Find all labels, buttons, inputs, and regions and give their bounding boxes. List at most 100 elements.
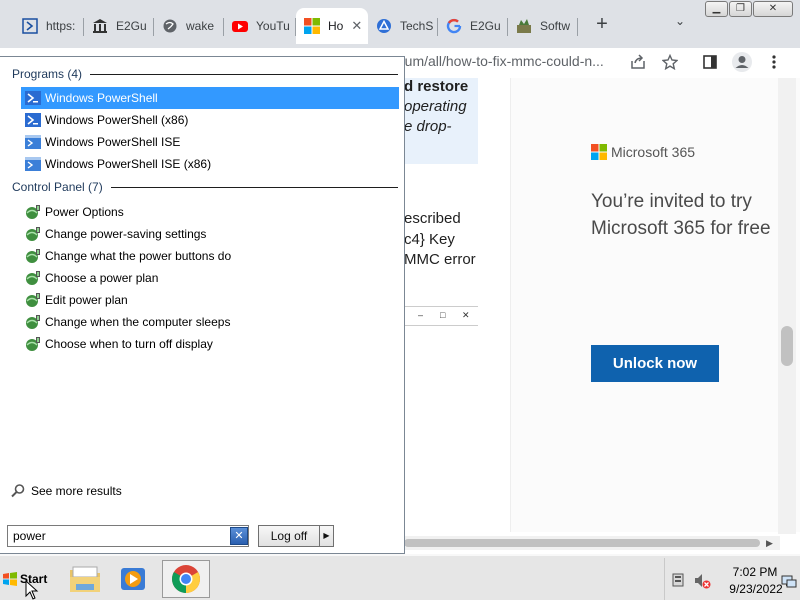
vertical-scrollbar[interactable] bbox=[778, 78, 796, 534]
clock-time[interactable]: 7:02 PM bbox=[720, 565, 790, 579]
power-options-icon bbox=[26, 315, 40, 329]
log-off-button[interactable]: Log off bbox=[258, 525, 320, 547]
control-panel-item-power-options[interactable]: Power Options bbox=[21, 201, 399, 223]
network-icon[interactable] bbox=[781, 574, 797, 590]
chrome-icon bbox=[172, 565, 200, 593]
bank-icon bbox=[92, 18, 108, 34]
google-icon bbox=[446, 18, 462, 34]
youtube-icon bbox=[232, 18, 248, 34]
control-panel-item-choose-power-plan[interactable]: Choose a power plan bbox=[21, 267, 399, 289]
scroll-right-arrow-icon[interactable]: ▶ bbox=[766, 536, 773, 550]
control-panel-item-change-power-buttons[interactable]: Change what the power buttons do bbox=[21, 245, 399, 267]
powershell-ise-icon bbox=[25, 157, 41, 171]
address-bar[interactable]: rum/all/how-to-fix-mmc-could-n... bbox=[400, 48, 622, 74]
globe-icon bbox=[162, 18, 178, 34]
share-icon[interactable] bbox=[626, 50, 650, 74]
power-options-icon bbox=[26, 249, 40, 263]
program-item-windows-powershell-x86[interactable]: Windows PowerShell (x86) bbox=[21, 109, 399, 131]
clear-search-icon[interactable]: ✕ bbox=[230, 527, 248, 545]
action-center-icon[interactable] bbox=[671, 572, 687, 588]
powershell-icon bbox=[25, 113, 41, 127]
menu-kebab-icon[interactable] bbox=[762, 50, 786, 74]
horizontal-scrollbar[interactable]: ▶ bbox=[404, 536, 780, 550]
unlock-now-button[interactable]: Unlock now bbox=[591, 345, 719, 382]
advertisement[interactable]: Microsoft 365 You’re invited to try Micr… bbox=[510, 78, 800, 532]
microsoft-logo-icon bbox=[591, 144, 607, 160]
program-item-windows-powershell[interactable]: Windows PowerShell bbox=[21, 87, 399, 109]
article-heading-fragment: d restore bbox=[404, 78, 469, 95]
control-panel-item-label: Choose a power plan bbox=[45, 271, 159, 285]
restore-button[interactable]: ❐ bbox=[729, 1, 752, 17]
taskbar-file-explorer[interactable] bbox=[64, 560, 106, 598]
article-text-fragment: escribed bbox=[404, 210, 461, 227]
header-divider bbox=[110, 186, 398, 188]
tab-close-icon[interactable]: ✕ bbox=[351, 18, 362, 34]
mini-close-icon: ✕ bbox=[462, 310, 470, 320]
programs-header-label: Programs (4) bbox=[12, 67, 83, 81]
program-item-windows-powershell-ise[interactable]: Windows PowerShell ISE bbox=[21, 131, 399, 153]
control-panel-item-label: Choose when to turn off display bbox=[45, 337, 213, 351]
taskbar-media-player[interactable] bbox=[112, 560, 154, 598]
power-options-icon bbox=[26, 205, 40, 219]
minimize-button[interactable]: ▁ bbox=[705, 1, 728, 17]
browser-tab-active[interactable]: Ho ✕ bbox=[296, 8, 368, 44]
taskbar-chrome[interactable] bbox=[162, 560, 210, 598]
terminal-icon bbox=[22, 18, 38, 34]
mini-maximize-icon: □ bbox=[440, 310, 446, 320]
vertical-scroll-thumb[interactable] bbox=[781, 326, 793, 366]
see-more-results-link[interactable]: See more results bbox=[10, 481, 122, 501]
control-panel-item-label: Change what the power buttons do bbox=[45, 249, 232, 263]
browser-tabstrip: https: E2Gu wake YouTu Ho ✕ TechS E2Gu S… bbox=[0, 0, 800, 48]
powershell-icon bbox=[25, 91, 41, 105]
power-options-icon bbox=[26, 227, 40, 241]
profile-avatar-icon[interactable] bbox=[730, 50, 754, 74]
volume-muted-icon[interactable] bbox=[693, 572, 711, 590]
embedded-window-screenshot: – □ ✕ bbox=[404, 306, 478, 326]
bookmark-star-icon[interactable] bbox=[658, 50, 682, 74]
program-item-label: Windows PowerShell bbox=[45, 91, 158, 105]
browser-tab[interactable]: https: bbox=[14, 8, 84, 44]
system-tray: 7:02 PM 9/23/2022 bbox=[664, 558, 800, 600]
close-window-button[interactable]: ✕ bbox=[753, 1, 793, 17]
software-icon bbox=[516, 18, 532, 34]
control-panel-item-label: Change when the computer sleeps bbox=[45, 315, 231, 329]
techspot-icon bbox=[376, 18, 392, 34]
control-panel-item-label: Change power-saving settings bbox=[45, 227, 207, 241]
browser-tab[interactable]: Softw bbox=[508, 8, 578, 44]
article-fragment: d restore operating e drop- escribed c4}… bbox=[404, 78, 478, 552]
side-panel-icon[interactable] bbox=[698, 50, 722, 74]
start-search-box[interactable]: ✕ bbox=[7, 525, 249, 547]
windows-logo-icon bbox=[3, 572, 17, 586]
control-panel-item-label: Edit power plan bbox=[45, 293, 128, 307]
control-panel-header: Control Panel (7) bbox=[12, 179, 398, 195]
powershell-ise-icon bbox=[25, 135, 41, 149]
tab-search-button[interactable]: ⌄ bbox=[670, 14, 690, 34]
ad-brand: Microsoft 365 bbox=[611, 144, 696, 160]
magnifier-icon bbox=[11, 484, 25, 498]
control-panel-item-change-power-saving-settings[interactable]: Change power-saving settings bbox=[21, 223, 399, 245]
browser-tab[interactable]: E2Gu bbox=[438, 8, 508, 44]
control-panel-header-label: Control Panel (7) bbox=[12, 180, 103, 194]
browser-tab[interactable]: wake bbox=[154, 8, 224, 44]
article-text-fragment: e drop- bbox=[404, 118, 452, 135]
control-panel-item-change-sleep[interactable]: Change when the computer sleeps bbox=[21, 311, 399, 333]
start-search-input[interactable] bbox=[8, 526, 230, 546]
control-panel-item-turn-off-display[interactable]: Choose when to turn off display bbox=[21, 333, 399, 355]
article-text-fragment: c4} Key bbox=[404, 231, 455, 248]
program-item-windows-powershell-ise-x86[interactable]: Windows PowerShell ISE (x86) bbox=[21, 153, 399, 175]
control-panel-item-edit-power-plan[interactable]: Edit power plan bbox=[21, 289, 399, 311]
program-item-label: Windows PowerShell (x86) bbox=[45, 113, 189, 127]
shutdown-options-arrow-icon[interactable]: ▶ bbox=[319, 525, 334, 547]
control-panel-item-label: Power Options bbox=[45, 205, 124, 219]
horizontal-scroll-thumb[interactable] bbox=[404, 539, 760, 547]
browser-tab[interactable]: TechS bbox=[368, 8, 438, 44]
power-options-icon bbox=[26, 271, 40, 285]
microsoft-365-logo: Microsoft 365 bbox=[591, 144, 695, 160]
ad-headline: You’re invited to try Microsoft 365 for … bbox=[591, 191, 771, 239]
mouse-cursor-icon bbox=[25, 580, 39, 600]
see-more-results-label: See more results bbox=[31, 484, 122, 498]
browser-tab[interactable]: E2Gu bbox=[84, 8, 154, 44]
tab-label: E2Gu bbox=[470, 19, 501, 33]
browser-tab[interactable]: YouTu bbox=[224, 8, 296, 44]
new-tab-button[interactable]: + bbox=[590, 12, 614, 36]
